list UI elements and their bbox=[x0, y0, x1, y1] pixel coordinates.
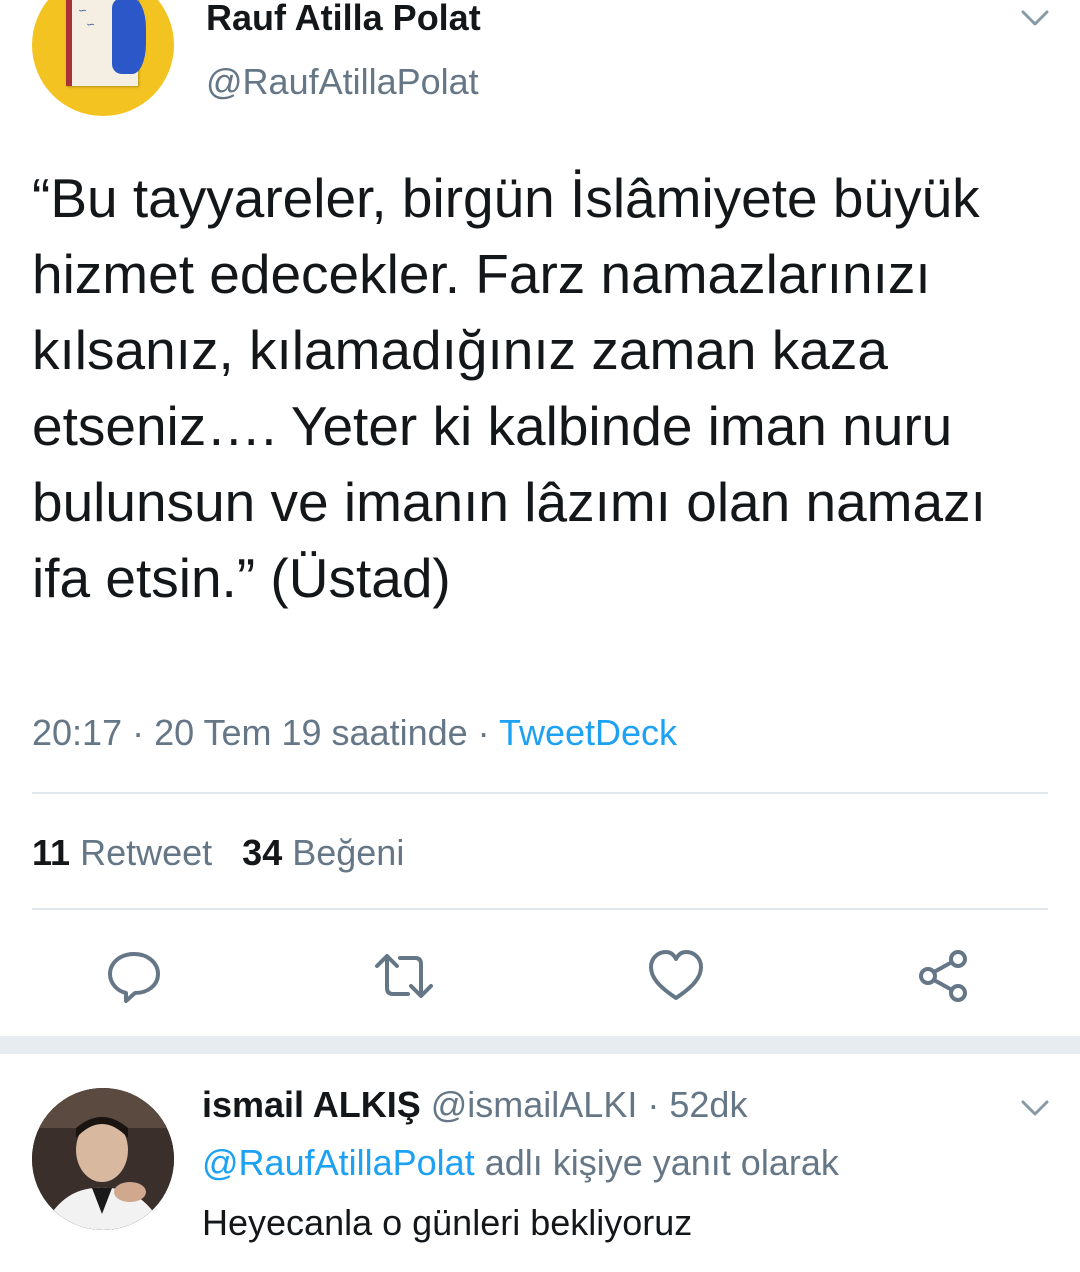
chevron-down-icon[interactable] bbox=[1020, 8, 1050, 28]
divider bbox=[32, 792, 1048, 794]
reply-time: 52dk bbox=[669, 1084, 748, 1125]
reply-author-avatar[interactable] bbox=[32, 1088, 174, 1230]
like-button[interactable] bbox=[646, 946, 706, 1006]
replying-to-link[interactable]: @RaufAtillaPolat bbox=[202, 1142, 475, 1183]
dot-separator: · bbox=[647, 1084, 660, 1125]
divider bbox=[32, 908, 1048, 910]
tweet-meta: 20:17 · 20 Tem 19 saatinde · TweetDeck bbox=[32, 710, 677, 756]
section-separator bbox=[0, 1036, 1080, 1054]
tweet-source-link[interactable]: TweetDeck bbox=[499, 712, 677, 753]
main-tweet: ∽ ∽ Rauf Atilla Polat @RaufAtillaPolat “… bbox=[0, 0, 1080, 1036]
author-handle[interactable]: @RaufAtillaPolat bbox=[206, 62, 479, 102]
reply-author-handle[interactable]: @ismailALKI bbox=[431, 1084, 638, 1125]
reply-author-name[interactable]: ismail ALKIŞ bbox=[202, 1084, 421, 1125]
chevron-down-icon[interactable] bbox=[1020, 1098, 1050, 1118]
share-icon bbox=[919, 950, 967, 1002]
author-avatar[interactable]: ∽ ∽ bbox=[32, 0, 174, 116]
tweet-stats: 11 Retweet 34 Beğeni bbox=[32, 830, 404, 876]
replying-to-suffix: adlı kişiye yanıt olarak bbox=[484, 1142, 839, 1183]
reply-text: Heyecanla o günleri bekliyoruz bbox=[202, 1202, 693, 1243]
reply-icon bbox=[108, 952, 160, 1003]
retweet-icon bbox=[375, 954, 433, 998]
retweets-stat[interactable]: 11 Retweet bbox=[32, 832, 212, 873]
book-cover-avatar-icon: ∽ ∽ bbox=[66, 0, 146, 86]
reply-header: ismail ALKIŞ @ismailALKI · 52dk bbox=[202, 1082, 747, 1128]
reply-button[interactable] bbox=[104, 946, 164, 1006]
retweet-button[interactable] bbox=[374, 946, 434, 1006]
person-photo-icon bbox=[32, 1088, 174, 1230]
reply-tweet[interactable]: ismail ALKIŞ @ismailALKI · 52dk @RaufAti… bbox=[0, 1054, 1080, 1272]
tweet-text: “Bu tayyareler, birgün İslâmiyete büyük … bbox=[32, 167, 986, 609]
likes-stat[interactable]: 34 Beğeni bbox=[242, 832, 404, 873]
author-name[interactable]: Rauf Atilla Polat bbox=[206, 0, 481, 38]
tweet-timestamp: 20:17 · 20 Tem 19 saatinde · bbox=[32, 712, 499, 753]
heart-icon bbox=[649, 950, 703, 1000]
replying-to: @RaufAtillaPolat adlı kişiye yanıt olara… bbox=[202, 1140, 839, 1186]
share-button[interactable] bbox=[914, 946, 974, 1006]
